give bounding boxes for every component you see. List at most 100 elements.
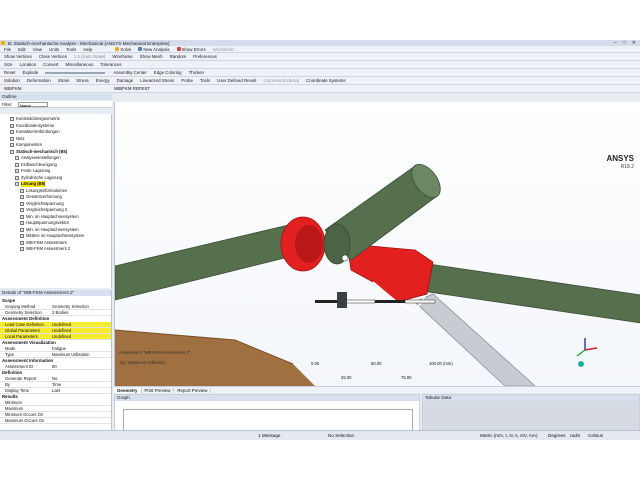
triad-iso-ball[interactable] — [578, 361, 584, 367]
tools-button[interactable]: Tools — [200, 78, 210, 83]
reset-button[interactable]: Reset — [4, 70, 15, 75]
tree-item-label: Mittlere im Hauptachsensystem — [26, 233, 85, 238]
details-value[interactable]: 2 Bodies — [52, 310, 110, 315]
status-messages[interactable]: 1 Message — [258, 433, 280, 438]
convert-button[interactable]: Convert — [43, 62, 58, 67]
tree-item[interactable]: Koordinatensysteme — [10, 123, 54, 129]
tree-item[interactable]: Feste Lagerung — [15, 168, 50, 174]
tree-item[interactable]: Hauptspannungsvektor — [20, 220, 69, 226]
deformation-button[interactable]: Deformation — [27, 78, 51, 83]
tree-item-label: Feste Lagerung — [21, 168, 51, 173]
explode-slider[interactable]: Explode — [22, 70, 38, 75]
explode-toolbar: Reset Explode Assembly Center Edge Color… — [0, 69, 640, 77]
probe-marker[interactable] — [341, 254, 349, 262]
dark-block — [337, 292, 347, 308]
tab-print-preview[interactable]: Print Preview — [142, 387, 175, 393]
tree-node-icon — [20, 247, 24, 251]
linearized-stress-button[interactable]: Linearized Stress — [140, 78, 174, 83]
menu-units[interactable]: Units — [49, 47, 59, 52]
graph-title: Graph — [115, 395, 419, 401]
tree-item[interactable]: Konstruktionsgeometrie — [10, 116, 60, 122]
details-key: Maximum Occurs On — [5, 418, 45, 423]
location-button[interactable]: Location — [20, 62, 37, 67]
worksheet-button[interactable]: Worksheet — [213, 47, 234, 52]
explode-slider-track[interactable] — [45, 71, 106, 74]
tree-item-label: Vergleichsspannung — [26, 200, 64, 206]
solve-button[interactable]: Solve — [115, 47, 131, 52]
thicken-button[interactable]: Thicken — [189, 70, 204, 75]
details-row[interactable]: Maximum Occurs On — [0, 418, 111, 424]
tolerances-button[interactable]: Tolerances — [100, 62, 121, 67]
scale-label-25: 25.00 — [341, 375, 352, 380]
damage-button[interactable]: Damage — [117, 78, 134, 83]
tree-item[interactable]: WB-FKM Assessment — [20, 240, 67, 246]
tabular-title: Tabular Data — [423, 395, 639, 401]
menu-view[interactable]: View — [33, 47, 42, 52]
show-vertices-button[interactable]: Show Vertices — [4, 54, 32, 59]
strain-button[interactable]: Strain — [58, 78, 69, 83]
energy-button[interactable]: Energy — [96, 78, 110, 83]
tab-report-preview[interactable]: Report Preview — [174, 387, 212, 393]
tree-item[interactable]: Gesamtverformung — [20, 194, 62, 200]
edge-coloring-button[interactable]: Edge Coloring — [154, 70, 182, 75]
size-button[interactable]: Size — [4, 62, 13, 67]
tree-item[interactable]: Lösung (B6) — [15, 181, 46, 187]
probe-button[interactable]: Probe — [181, 78, 193, 83]
tree-item[interactable]: Vergleichsspannung 2 — [20, 207, 67, 213]
tree-item[interactable]: Mittlere im Hauptachsensystem — [20, 233, 84, 239]
show-mesh-button[interactable]: Show Mesh — [140, 54, 163, 59]
tab-geometry[interactable]: Geometry — [114, 387, 142, 393]
tree-item[interactable]: Min. im Hauptachsensystem — [20, 214, 79, 220]
stress-button[interactable]: Stress — [76, 78, 88, 83]
tree-item[interactable]: Analyseeinstellungen — [15, 155, 61, 161]
tree-item[interactable]: Lösungsinformationen — [20, 188, 67, 194]
wireframe-button[interactable]: Wireframe — [112, 54, 132, 59]
green-pipe-left[interactable] — [115, 223, 302, 301]
status-rate[interactable]: rad/s — [570, 433, 580, 438]
tree-item[interactable]: Vergleichsspannung — [20, 201, 64, 207]
tree-item[interactable]: Statisch-mechanisch (B5) — [10, 149, 67, 155]
model-geometry[interactable] — [115, 102, 640, 386]
grey-pipe[interactable] — [414, 293, 536, 386]
menu-help[interactable]: Help — [83, 47, 92, 52]
preferences-button[interactable]: Preferences — [193, 54, 217, 59]
details-value[interactable]: Maximum Utilisation — [52, 352, 110, 357]
show-errors-button[interactable]: Show Errors — [176, 47, 206, 52]
random-colors-button[interactable]: Random — [170, 54, 187, 59]
status-units[interactable]: Metric (mm, t, N, s, mV, mA) — [480, 433, 538, 438]
triad-x-axis — [584, 347, 598, 351]
tree-item[interactable]: Zylindrische Lagerung — [15, 175, 62, 181]
tree-node-icon — [20, 221, 24, 225]
tree-item[interactable]: Netz — [10, 136, 25, 142]
error-icon — [176, 47, 181, 52]
tree-item[interactable]: Erdbeschleunigung — [15, 162, 57, 168]
red-ring-inner — [295, 225, 323, 263]
user-defined-result-button[interactable]: User Defined Result — [217, 78, 256, 83]
commands-button[interactable]: Commands (Beta) — [263, 78, 299, 83]
tree-item[interactable]: Kontakte/Verbindungen — [10, 129, 60, 135]
tree-item[interactable]: Komponenten — [10, 142, 42, 148]
details-value[interactable]: Last — [52, 388, 110, 393]
coordinate-systems-button[interactable]: Coordinate Systems — [306, 78, 346, 83]
tree-node-icon — [10, 117, 14, 121]
menu-tools[interactable]: Tools — [66, 47, 76, 52]
details-value[interactable]: Undefined — [52, 334, 110, 339]
scale-dropdown[interactable]: 1.1 (Auto Scale) — [74, 54, 105, 59]
new-analysis-button[interactable]: New Analysis — [138, 47, 170, 52]
wbfkm-refest-tab[interactable]: WB/FKM REFEST — [114, 85, 174, 93]
graphics-viewport[interactable]: ANSYS R18.2 Assessment "WB-FKM Assessmen… — [114, 102, 640, 386]
wbfkm-button[interactable]: WB/FKM — [4, 86, 22, 91]
tree-item-label: Koordinatensysteme — [16, 122, 55, 128]
status-temp[interactable]: Celsius — [588, 433, 603, 438]
assembly-center-dropdown[interactable]: Assembly Center — [113, 70, 146, 75]
filter-dropdown[interactable]: Name — [18, 101, 48, 108]
menu-file[interactable]: File — [4, 47, 11, 52]
tree-item[interactable]: Min. im Hauptachsensystem — [20, 227, 79, 233]
miscellaneous-button[interactable]: Miscellaneous — [66, 62, 94, 67]
viewport-tabs: Geometry Print Preview Report Preview — [114, 386, 640, 393]
details-value[interactable]: 90 — [52, 364, 110, 369]
status-angle[interactable]: Degrees — [548, 433, 565, 438]
close-vertices-button[interactable]: Close Vertices — [39, 54, 67, 59]
menu-edit[interactable]: Edit — [18, 47, 26, 52]
tree-item[interactable]: WB-FKM Assessment 2 — [20, 246, 70, 252]
